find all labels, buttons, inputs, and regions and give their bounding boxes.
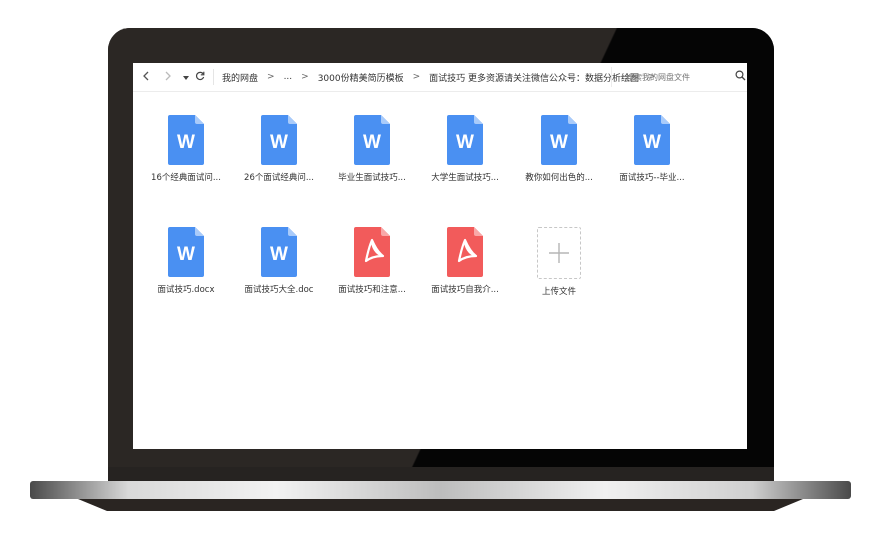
word-file-icon: W	[261, 227, 297, 277]
word-file-icon: W	[354, 115, 390, 165]
file-item[interactable]: W 毕业生面试技巧...	[329, 115, 415, 183]
file-item[interactable]: W 面试技巧大全.doc	[236, 227, 322, 295]
file-item[interactable]: 面试技巧和注意...	[329, 227, 415, 295]
file-item[interactable]: W 26个面试经典问...	[236, 115, 322, 183]
back-icon[interactable]	[139, 71, 153, 84]
svg-text:W: W	[456, 132, 474, 153]
svg-text:W: W	[550, 132, 568, 153]
plus-icon	[549, 243, 569, 263]
word-file-icon: W	[261, 115, 297, 165]
breadcrumb-separator: >	[301, 72, 309, 82]
file-name: 面试技巧自我介...	[431, 285, 499, 295]
word-file-icon: W	[634, 115, 670, 165]
file-item[interactable]: W 面试技巧.docx	[143, 227, 229, 295]
refresh-icon[interactable]	[193, 71, 207, 84]
laptop-base	[30, 481, 851, 499]
file-name: 面试技巧--毕业...	[619, 173, 685, 183]
file-item[interactable]: W 面试技巧--毕业...	[609, 115, 695, 183]
lid-bezel-bottom	[108, 467, 774, 481]
svg-text:W: W	[363, 132, 381, 153]
svg-text:W: W	[270, 244, 288, 265]
file-item[interactable]: W 大学生面试技巧...	[422, 115, 508, 183]
upload-label: 上传文件	[541, 287, 576, 297]
file-name: 16个经典面试问...	[151, 173, 221, 183]
file-name: 毕业生面试技巧...	[338, 173, 406, 183]
upload-box[interactable]	[537, 227, 581, 279]
laptop-base-foot	[78, 499, 803, 511]
file-item[interactable]: W 16个经典面试问...	[143, 115, 229, 183]
toolbar: 我的网盘 > ... > 3000份精美简历模板 > 面试技巧 更多资源请关注微…	[133, 63, 747, 92]
file-name: 教你如何出色的...	[525, 173, 593, 183]
word-file-icon: W	[168, 115, 204, 165]
word-file-icon: W	[541, 115, 577, 165]
svg-text:W: W	[270, 132, 288, 153]
svg-text:W: W	[643, 132, 661, 153]
search-input[interactable]	[624, 71, 728, 83]
file-name: 面试技巧.docx	[157, 285, 215, 295]
word-file-icon: W	[447, 115, 483, 165]
upload-file-button[interactable]: 上传文件	[516, 227, 602, 297]
forward-icon[interactable]	[161, 71, 175, 84]
breadcrumb: 我的网盘 > ... > 3000份精美简历模板 > 面试技巧 更多资源请关注微…	[222, 71, 665, 84]
breadcrumb-separator: >	[267, 72, 275, 82]
file-item[interactable]: 面试技巧自我介...	[422, 227, 508, 295]
breadcrumb-ellipsis[interactable]: ...	[284, 72, 293, 82]
pdf-file-icon	[354, 227, 390, 277]
svg-text:W: W	[177, 132, 195, 153]
breadcrumb-root[interactable]: 我的网盘	[222, 71, 258, 84]
screen: 我的网盘 > ... > 3000份精美简历模板 > 面试技巧 更多资源请关注微…	[133, 63, 747, 449]
file-name: 面试技巧和注意...	[338, 285, 406, 295]
file-name: 26个面试经典问...	[244, 173, 314, 183]
svg-text:W: W	[177, 244, 195, 265]
search-icon[interactable]	[735, 70, 746, 84]
file-name: 大学生面试技巧...	[431, 173, 499, 183]
file-item[interactable]: W 教你如何出色的...	[516, 115, 602, 183]
breadcrumb-current[interactable]: 面试技巧 更多资源请关注微信公众号：数据分析绘图	[429, 71, 639, 84]
search-box	[611, 67, 746, 87]
breadcrumb-separator: >	[412, 72, 421, 82]
file-name: 面试技巧大全.doc	[244, 285, 314, 295]
pdf-file-icon	[447, 227, 483, 277]
caret-down-icon[interactable]	[179, 71, 193, 84]
word-file-icon: W	[168, 227, 204, 277]
breadcrumb-folder[interactable]: 3000份精美简历模板	[318, 71, 404, 84]
toolbar-divider	[213, 69, 214, 85]
